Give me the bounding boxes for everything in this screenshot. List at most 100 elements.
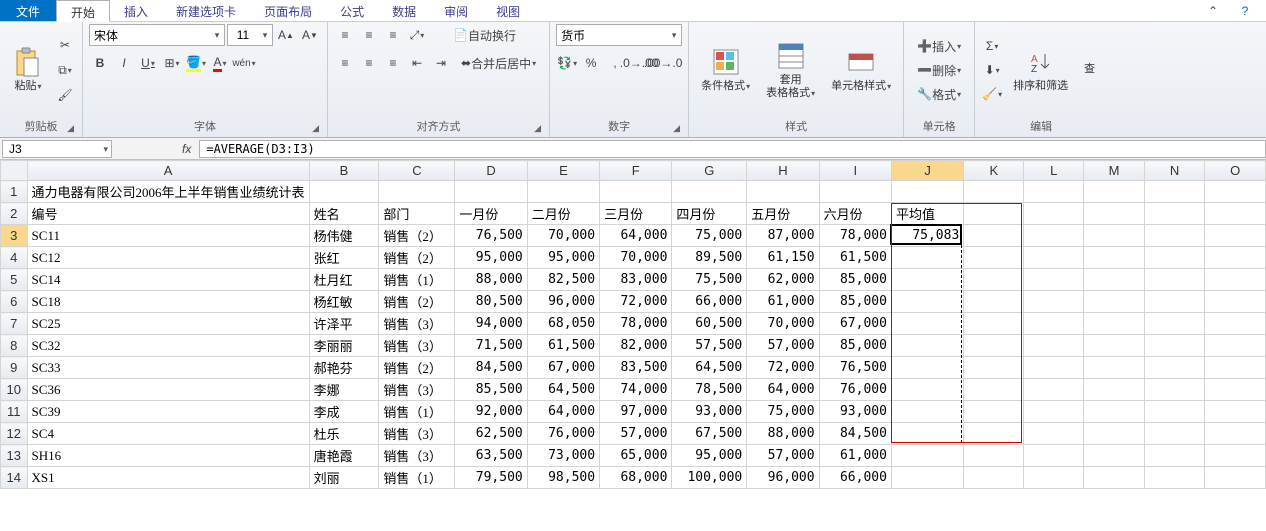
cell-M13[interactable] [1084, 445, 1145, 467]
cell-H7[interactable]: 70,000 [747, 313, 819, 335]
cell-B9[interactable]: 郝艳芬 [309, 357, 379, 379]
cell-C8[interactable]: 销售（3） [379, 335, 455, 357]
cell-N14[interactable] [1144, 467, 1204, 489]
cell-I5[interactable]: 85,000 [819, 269, 891, 291]
cell-I4[interactable]: 61,500 [819, 247, 891, 269]
cell-E4[interactable]: 95,000 [527, 247, 599, 269]
cell-H10[interactable]: 64,000 [747, 379, 819, 401]
underline-button[interactable]: U▾ [137, 52, 159, 74]
select-all-corner[interactable] [1, 161, 28, 181]
col-header-O[interactable]: O [1205, 161, 1266, 181]
col-header-I[interactable]: I [819, 161, 891, 181]
cell-H2[interactable]: 五月份 [747, 203, 819, 225]
cell-M1[interactable] [1084, 181, 1145, 203]
cell-K4[interactable] [964, 247, 1024, 269]
font-color-button[interactable]: A▾ [209, 52, 231, 74]
cell-H8[interactable]: 57,000 [747, 335, 819, 357]
cell-E13[interactable]: 73,000 [527, 445, 599, 467]
cell-N1[interactable] [1144, 181, 1204, 203]
cell-B2[interactable]: 姓名 [309, 203, 379, 225]
cell-C7[interactable]: 销售（3） [379, 313, 455, 335]
chevron-down-icon[interactable]: ▾ [667, 30, 681, 41]
row-header-13[interactable]: 13 [1, 445, 28, 467]
cell-I8[interactable]: 85,000 [819, 335, 891, 357]
cell-J1[interactable] [891, 181, 963, 203]
align-top-button[interactable]: ≡ [334, 24, 356, 46]
cell-L6[interactable] [1024, 291, 1084, 313]
cell-E6[interactable]: 96,000 [527, 291, 599, 313]
cell-D4[interactable]: 95,000 [455, 247, 527, 269]
cell-J6[interactable] [891, 291, 963, 313]
align-left-button[interactable]: ≡ [334, 52, 356, 74]
align-launcher-icon[interactable]: ◢ [534, 123, 541, 134]
cell-F13[interactable]: 65,000 [600, 445, 672, 467]
cell-G8[interactable]: 57,500 [672, 335, 747, 357]
cell-J14[interactable] [891, 467, 963, 489]
orientation-button[interactable]: ⤢▾ [406, 24, 428, 46]
copy-button[interactable]: ⧉▾ [54, 59, 76, 81]
cell-O5[interactable] [1205, 269, 1266, 291]
cell-K7[interactable] [964, 313, 1024, 335]
cell-G1[interactable] [672, 181, 747, 203]
row-header-11[interactable]: 11 [1, 401, 28, 423]
cell-D1[interactable] [455, 181, 527, 203]
cell-A3[interactable]: SC11 [27, 225, 309, 247]
cell-styles-button[interactable]: 单元格样式▾ [825, 44, 897, 95]
cell-A1[interactable]: 通力电器有限公司2006年上半年销售业绩统计表 [27, 181, 309, 203]
col-header-E[interactable]: E [527, 161, 599, 181]
format-as-table-button[interactable]: 套用 表格格式▾ [760, 38, 821, 102]
cell-F9[interactable]: 83,500 [600, 357, 672, 379]
cell-O11[interactable] [1205, 401, 1266, 423]
cell-I3[interactable]: 78,000 [819, 225, 891, 247]
col-header-J[interactable]: J [891, 161, 963, 181]
number-format-combo[interactable]: ▾ [556, 24, 682, 46]
cell-J11[interactable] [891, 401, 963, 423]
format-painter-button[interactable]: 🖌 [54, 84, 76, 106]
cell-E1[interactable] [527, 181, 599, 203]
cell-E10[interactable]: 64,500 [527, 379, 599, 401]
clipboard-launcher-icon[interactable]: ◢ [67, 123, 74, 134]
autosum-button[interactable]: Σ▾ [981, 35, 1003, 57]
cell-E14[interactable]: 98,500 [527, 467, 599, 489]
cell-F8[interactable]: 82,000 [600, 335, 672, 357]
format-cells-button[interactable]: 🔧 格式▾ [910, 83, 968, 105]
cell-K2[interactable] [964, 203, 1024, 225]
paste-button[interactable]: 粘贴▾ [6, 44, 50, 95]
cell-O10[interactable] [1205, 379, 1266, 401]
cell-O8[interactable] [1205, 335, 1266, 357]
row-header-14[interactable]: 14 [1, 467, 28, 489]
decrease-font-button[interactable]: A▼ [299, 24, 321, 46]
fill-color-button[interactable]: 🪣▾ [185, 52, 207, 74]
cell-A8[interactable]: SC32 [27, 335, 309, 357]
tab-开始[interactable]: 开始 [56, 0, 110, 22]
cell-C11[interactable]: 销售（1） [379, 401, 455, 423]
cell-F12[interactable]: 57,000 [600, 423, 672, 445]
font-name-combo[interactable]: ▾ [89, 24, 225, 46]
cell-O1[interactable] [1205, 181, 1266, 203]
cell-C4[interactable]: 销售（2） [379, 247, 455, 269]
clear-button[interactable]: 🧹▾ [981, 83, 1003, 105]
bold-button[interactable]: B [89, 52, 111, 74]
conditional-format-button[interactable]: 条件格式▾ [695, 44, 756, 95]
accounting-format-button[interactable]: 💱▾ [556, 52, 578, 74]
cell-O13[interactable] [1205, 445, 1266, 467]
cell-F4[interactable]: 70,000 [600, 247, 672, 269]
tab-file[interactable]: 文件 [0, 0, 56, 21]
cell-K13[interactable] [964, 445, 1024, 467]
cell-C3[interactable]: 销售（2） [379, 225, 455, 247]
col-header-F[interactable]: F [600, 161, 672, 181]
row-header-6[interactable]: 6 [1, 291, 28, 313]
cell-G2[interactable]: 四月份 [672, 203, 747, 225]
cell-L1[interactable] [1024, 181, 1084, 203]
cell-J3[interactable]: 75,083 [891, 225, 963, 247]
align-center-button[interactable]: ≡ [358, 52, 380, 74]
cell-C6[interactable]: 销售（2） [379, 291, 455, 313]
col-header-C[interactable]: C [379, 161, 455, 181]
row-header-5[interactable]: 5 [1, 269, 28, 291]
font-launcher-icon[interactable]: ◢ [312, 123, 319, 134]
cell-L11[interactable] [1024, 401, 1084, 423]
cell-O7[interactable] [1205, 313, 1266, 335]
cell-A6[interactable]: SC18 [27, 291, 309, 313]
row-header-2[interactable]: 2 [1, 203, 28, 225]
cell-I2[interactable]: 六月份 [819, 203, 891, 225]
